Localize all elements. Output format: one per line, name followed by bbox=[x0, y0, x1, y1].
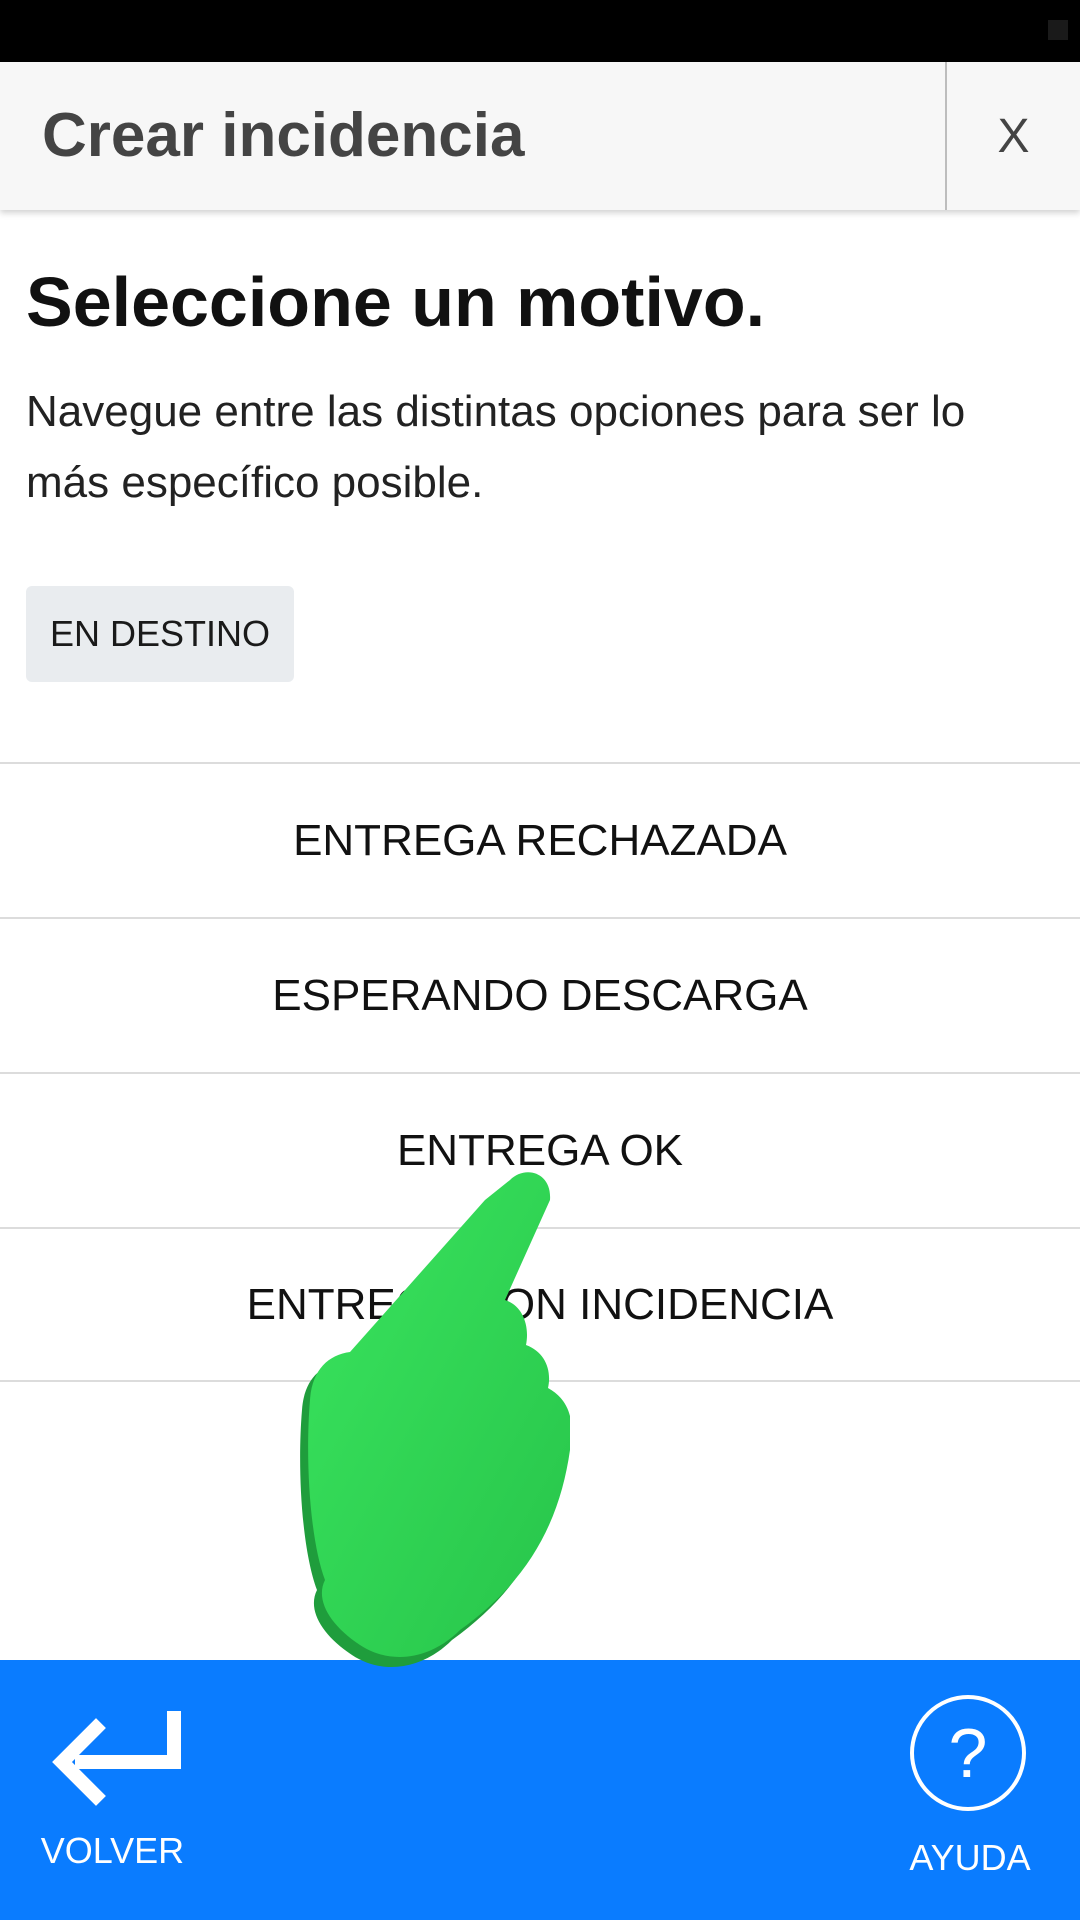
app-screen: Crear incidencia X Seleccione un motivo.… bbox=[0, 0, 1080, 1920]
close-button[interactable]: X bbox=[947, 62, 1080, 210]
header: Crear incidencia X bbox=[0, 62, 1080, 210]
option-entrega-ok[interactable]: ENTREGA OK bbox=[0, 1072, 1080, 1227]
back-label: VOLVER bbox=[40, 1830, 185, 1871]
breadcrumb-chip-en-destino[interactable]: EN DESTINO bbox=[26, 586, 294, 682]
option-entrega-con-incidencia[interactable]: ENTREGA CON INCIDENCIA bbox=[0, 1227, 1080, 1382]
back-button[interactable]: VOLVER bbox=[30, 1710, 200, 1890]
status-bar bbox=[0, 0, 1080, 62]
status-indicator-icon bbox=[1048, 20, 1068, 40]
page-title: Crear incidencia bbox=[42, 101, 525, 170]
bottom-bar: VOLVER ? AYUDA bbox=[0, 1660, 1080, 1920]
option-entrega-rechazada[interactable]: ENTREGA RECHAZADA bbox=[0, 762, 1080, 917]
option-list: ENTREGA RECHAZADA ESPERANDO DESCARGA ENT… bbox=[0, 762, 1080, 1382]
return-arrow-icon bbox=[52, 1711, 181, 1806]
help-button[interactable]: ? AYUDA bbox=[900, 1695, 1040, 1895]
option-esperando-descarga[interactable]: ESPERANDO DESCARGA bbox=[0, 917, 1080, 1072]
content-title: Seleccione un motivo. bbox=[26, 263, 766, 341]
help-label: AYUDA bbox=[909, 1837, 1031, 1878]
content-subtitle: Navegue entre las distintas opciones par… bbox=[26, 387, 966, 507]
help-icon: ? bbox=[910, 1695, 1026, 1811]
